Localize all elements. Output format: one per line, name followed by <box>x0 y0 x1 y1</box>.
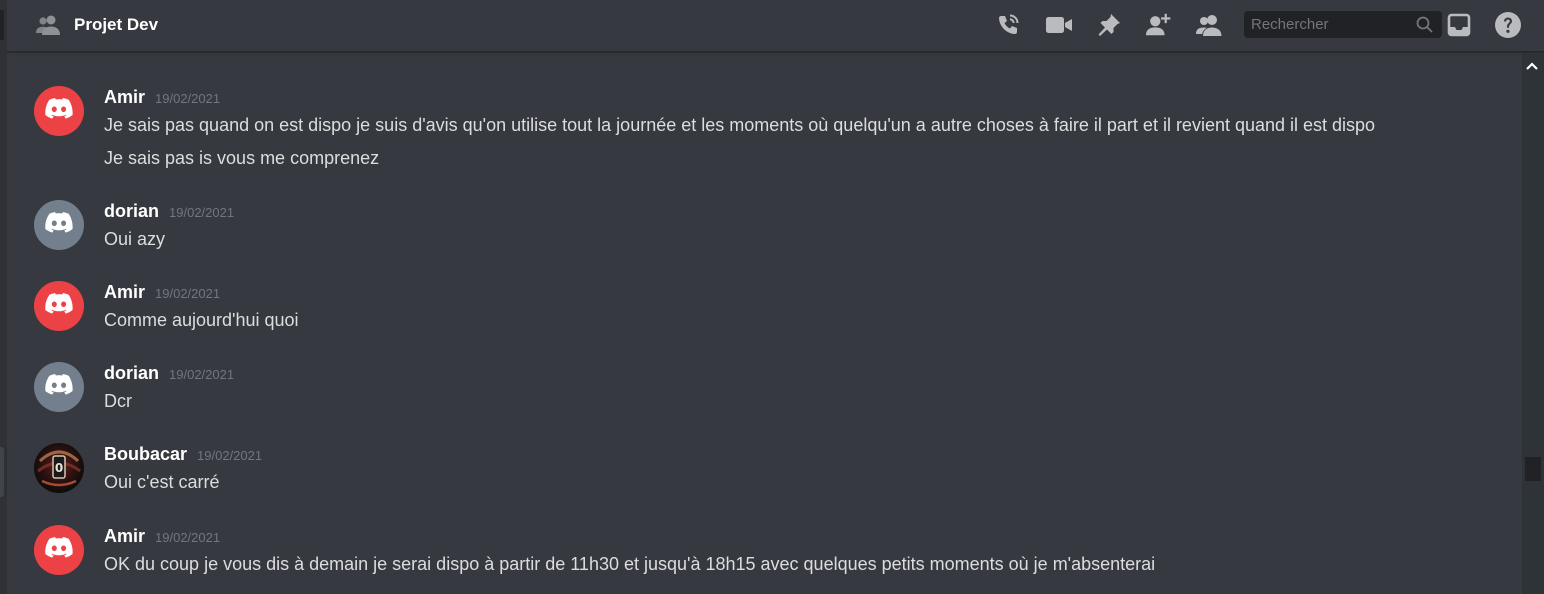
message-list: Amir 19/02/2021 Je sais pas quand on est… <box>7 53 1522 594</box>
scroll-up-arrow-icon[interactable] <box>1525 58 1539 70</box>
channel-title: Projet Dev <box>74 15 159 34</box>
pin-icon[interactable] <box>1095 11 1123 39</box>
message-text: Je sais pas quand on est dispo je suis d… <box>104 115 1376 135</box>
user-avatar[interactable] <box>34 200 84 250</box>
user-avatar[interactable] <box>34 281 84 331</box>
sidebar-scroll-handle[interactable] <box>0 447 4 497</box>
message-header: dorian 19/02/2021 <box>104 201 234 223</box>
user-avatar[interactable] <box>34 362 84 412</box>
message-header: Amir 19/02/2021 <box>104 282 220 304</box>
message-header: Amir 19/02/2021 <box>104 526 220 548</box>
discord-logo-icon <box>45 212 73 238</box>
message-scrollbar[interactable] <box>1522 53 1544 594</box>
discord-logo-icon <box>45 98 73 124</box>
people-icon <box>35 14 61 36</box>
timestamp: 19/02/2021 <box>155 530 221 545</box>
discord-logo-icon <box>45 374 73 400</box>
user-avatar[interactable]: 0 <box>34 443 84 493</box>
profile-photo-icon: 0 <box>34 443 84 493</box>
message-text: Comme aujourd'hui quoi <box>104 310 299 330</box>
message-text: Oui azy <box>104 229 166 249</box>
timestamp: 19/02/2021 <box>169 367 235 382</box>
search-input[interactable] <box>1244 16 1401 33</box>
message-text: Je sais pas is vous me comprenez <box>104 148 380 168</box>
svg-text:0: 0 <box>55 461 63 475</box>
message-text: OK du coup je vous dis à demain je serai… <box>104 554 1156 574</box>
timestamp: 19/02/2021 <box>197 448 263 463</box>
discord-logo-icon <box>45 293 73 319</box>
discord-window: Projet Dev Rechercher Amir 19/02/2021 Je… <box>0 0 1544 594</box>
user-avatar[interactable] <box>34 525 84 575</box>
scroll-thumb[interactable] <box>1525 457 1541 481</box>
server-sidebar-edge <box>0 0 7 594</box>
username[interactable]: Amir <box>104 282 145 303</box>
help-icon[interactable] <box>1494 11 1522 39</box>
username[interactable]: dorian <box>104 363 159 384</box>
video-camera-icon[interactable] <box>1045 11 1073 39</box>
search-icon[interactable] <box>1416 16 1433 33</box>
message-header: dorian 19/02/2021 <box>104 363 234 385</box>
member-list-icon[interactable] <box>1195 11 1223 39</box>
username[interactable]: Amir <box>104 87 145 108</box>
discord-logo-icon <box>45 537 73 563</box>
timestamp: 19/02/2021 <box>169 205 235 220</box>
add-member-icon[interactable] <box>1145 11 1173 39</box>
timestamp: 19/02/2021 <box>155 91 221 106</box>
search-box[interactable] <box>1244 11 1442 38</box>
sidebar-divider <box>0 10 4 40</box>
message-header: Amir 19/02/2021 <box>104 87 220 109</box>
phone-call-icon[interactable] <box>994 11 1022 39</box>
username[interactable]: dorian <box>104 201 159 222</box>
message-text: Dcr <box>104 391 132 411</box>
message-header: Boubacar 19/02/2021 <box>104 444 262 466</box>
message-text: Oui c'est carré <box>104 472 220 492</box>
channel-header: Projet Dev <box>7 0 1544 52</box>
username[interactable]: Boubacar <box>104 444 187 465</box>
inbox-icon[interactable] <box>1445 11 1473 39</box>
timestamp: 19/02/2021 <box>155 286 221 301</box>
username[interactable]: Amir <box>104 526 145 547</box>
user-avatar[interactable] <box>34 86 84 136</box>
